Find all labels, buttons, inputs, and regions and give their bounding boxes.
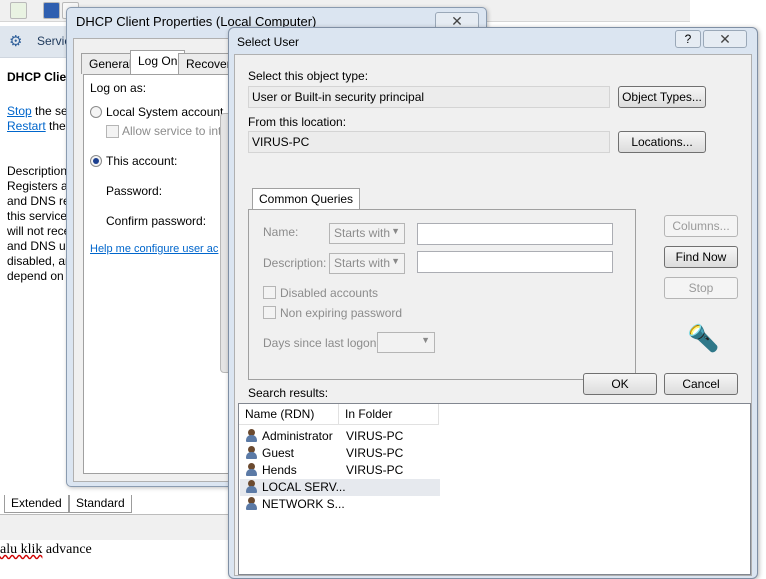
result-folder: VIRUS-PC xyxy=(346,463,404,477)
name-label: Name: xyxy=(263,225,299,239)
result-name: LOCAL SERV... xyxy=(262,480,346,494)
tab-extended[interactable]: Extended xyxy=(4,495,69,513)
local-system-radio[interactable] xyxy=(90,106,102,118)
column-header-folder[interactable]: In Folder xyxy=(339,404,439,425)
search-results-list[interactable]: Name (RDN) In Folder Administrator VIRUS… xyxy=(238,403,751,575)
close-icon: ✕ xyxy=(719,31,731,47)
location-label: From this location: xyxy=(248,115,347,129)
tab-standard[interactable]: Standard xyxy=(69,495,132,513)
locations-button[interactable]: Locations... xyxy=(618,131,706,153)
chevron-down-icon: ▼ xyxy=(391,226,400,236)
close-button[interactable]: ✕ xyxy=(703,30,747,48)
password-label: Password: xyxy=(106,184,163,198)
object-type-label: Select this object type: xyxy=(248,69,369,83)
description-line: and DNS up xyxy=(7,239,73,253)
log-on-as-label: Log on as: xyxy=(90,81,147,95)
object-type-field: User or Built-in security principal xyxy=(248,86,610,108)
cancel-button[interactable]: Cancel xyxy=(664,373,738,395)
this-account-label: This account: xyxy=(106,154,178,168)
view-tabs: Extended Standard xyxy=(0,495,230,515)
dialog-title: Select User xyxy=(237,35,300,49)
result-name: Administrator xyxy=(262,429,333,443)
description-line: depend on xyxy=(7,269,64,283)
status-bar xyxy=(0,514,230,540)
object-types-button[interactable]: Object Types... xyxy=(618,86,706,108)
disabled-accounts-checkbox[interactable] xyxy=(263,286,276,299)
document-text: alu klik advance xyxy=(0,542,92,558)
days-since-logon-label: Days since last logon: xyxy=(263,336,380,350)
stop-service-link[interactable]: Stop xyxy=(7,104,32,118)
find-now-button[interactable]: Find Now xyxy=(664,246,738,268)
description-match-select[interactable]: Starts with ▼ xyxy=(329,253,405,274)
allow-interact-label: Allow service to inte xyxy=(122,124,229,138)
result-name: Hends xyxy=(262,463,297,477)
help-configure-link[interactable]: Help me configure user ac xyxy=(90,243,218,255)
description-line: will not rece xyxy=(7,224,71,238)
group-icon xyxy=(245,497,259,511)
restart-service-line: Restart the xyxy=(7,119,66,133)
description-line: and DNS re xyxy=(7,194,70,208)
result-folder: VIRUS-PC xyxy=(346,429,404,443)
days-since-logon-select[interactable]: ▼ xyxy=(377,332,435,353)
chevron-down-icon: ▼ xyxy=(391,256,400,266)
local-system-label: Local System account xyxy=(106,105,224,119)
description-match-value: Starts with xyxy=(334,256,391,270)
description-line: this service xyxy=(7,209,68,223)
disabled-accounts-label: Disabled accounts xyxy=(280,286,379,300)
user-icon xyxy=(245,446,259,460)
search-results-label: Search results: xyxy=(248,386,329,400)
description-line: disabled, ar xyxy=(7,254,70,268)
chevron-down-icon: ▼ xyxy=(421,335,430,345)
name-match-value: Starts with xyxy=(334,226,391,240)
help-button[interactable]: ? xyxy=(675,30,701,48)
search-flashlight-icon: 🔦 xyxy=(687,323,720,353)
stop-button[interactable]: Stop xyxy=(664,277,738,299)
allow-interact-checkbox[interactable] xyxy=(106,125,119,138)
name-input[interactable] xyxy=(417,223,613,245)
name-match-select[interactable]: Starts with ▼ xyxy=(329,223,405,244)
this-account-radio[interactable] xyxy=(90,155,102,167)
result-folder: VIRUS-PC xyxy=(346,446,404,460)
description-line: Description xyxy=(7,164,68,178)
user-icon xyxy=(245,463,259,477)
common-queries-panel: Name: Starts with ▼ Description: Starts w… xyxy=(248,209,636,380)
columns-button[interactable]: Columns... xyxy=(664,215,738,237)
help-icon[interactable] xyxy=(43,2,60,19)
result-row[interactable]: NETWORK S... xyxy=(240,496,440,513)
document-text-misspelled: alu klik xyxy=(0,542,43,557)
location-field: VIRUS-PC xyxy=(248,131,610,153)
non-expiring-label: Non expiring password xyxy=(280,306,403,320)
result-row[interactable]: Hends VIRUS-PC xyxy=(240,462,440,479)
export-icon[interactable] xyxy=(10,2,27,19)
result-row[interactable]: Administrator VIRUS-PC xyxy=(240,428,440,445)
column-header-name[interactable]: Name (RDN) xyxy=(239,404,339,425)
tab-common-queries[interactable]: Common Queries xyxy=(252,188,361,210)
description-input[interactable] xyxy=(417,251,613,273)
service-name-title: DHCP Clien xyxy=(7,70,74,84)
confirm-password-label: Confirm password: xyxy=(106,214,207,228)
stop-service-line: Stop the ser xyxy=(7,104,72,118)
restart-service-link[interactable]: Restart xyxy=(7,119,46,133)
result-row[interactable]: LOCAL SERV... xyxy=(240,479,440,496)
non-expiring-checkbox[interactable] xyxy=(263,306,276,319)
dialog-body: Select this object type: User or Built-i… xyxy=(234,54,752,576)
description-line: Registers ar xyxy=(7,179,72,193)
gear-icon: ⚙ xyxy=(9,33,23,50)
document-text-rest: advance xyxy=(42,542,92,557)
user-icon xyxy=(245,429,259,443)
ok-button[interactable]: OK xyxy=(583,373,657,395)
restart-service-rest: the xyxy=(45,119,66,133)
result-row[interactable]: Guest VIRUS-PC xyxy=(240,445,440,462)
result-name: Guest xyxy=(262,446,295,460)
group-icon xyxy=(245,480,259,494)
result-name: NETWORK S... xyxy=(262,497,345,511)
select-user-dialog: Select User ? ✕ Select this object type:… xyxy=(228,27,758,579)
description-label: Description: xyxy=(263,256,327,270)
